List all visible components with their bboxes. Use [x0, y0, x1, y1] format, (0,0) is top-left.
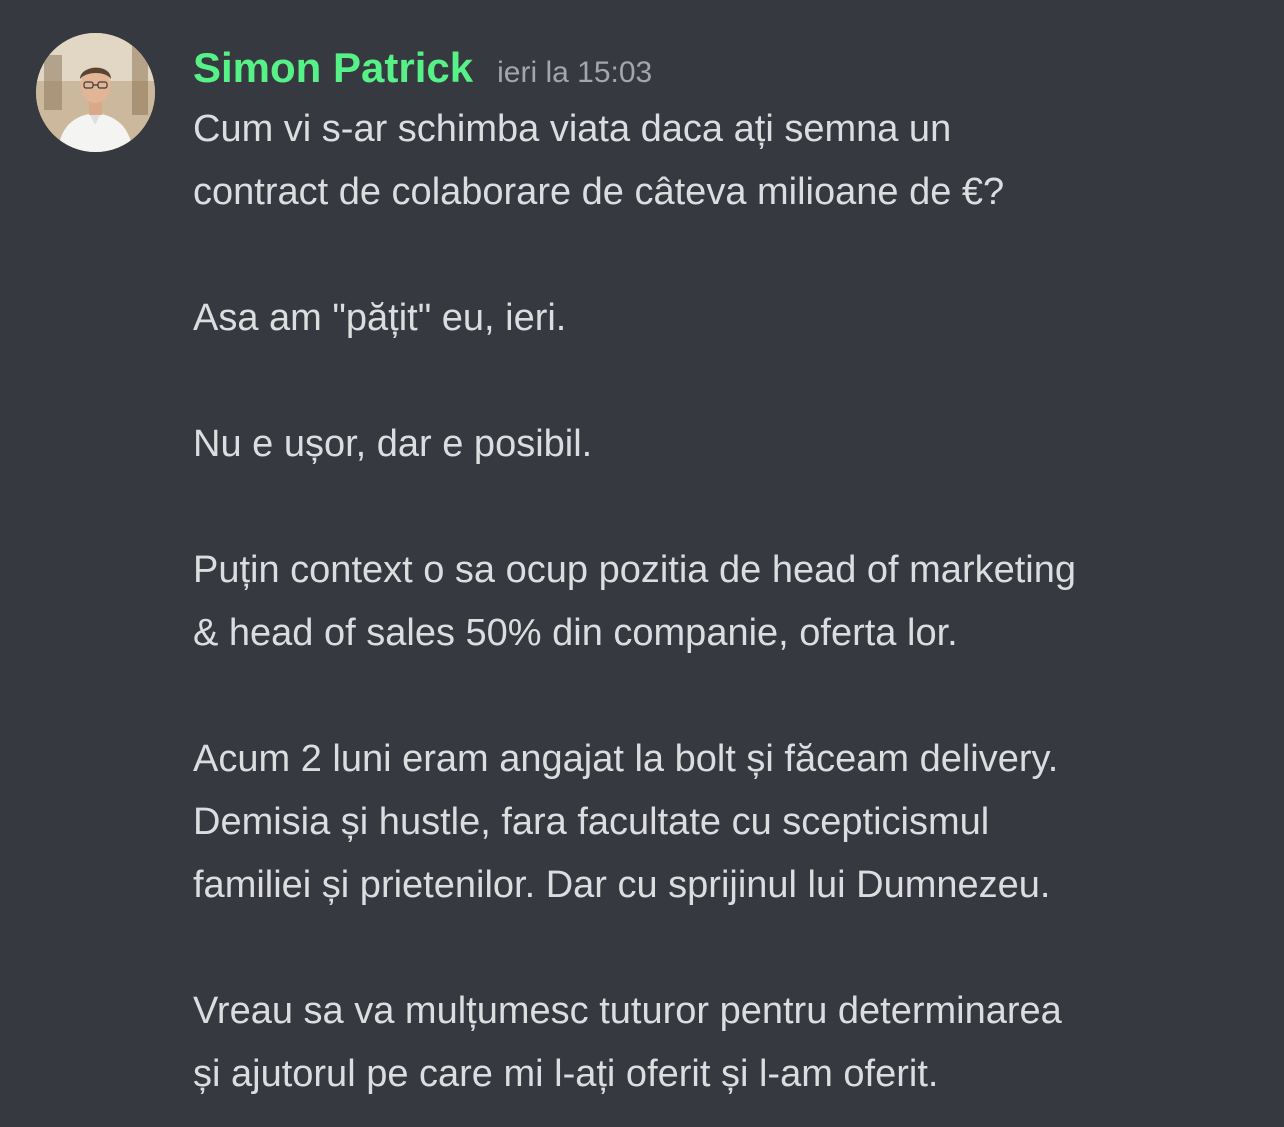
- message-line: Acum 2 luni eram angajat la bolt și făce…: [193, 738, 1059, 780]
- message-line: Cum vi s-ar schimba viata daca ați semna…: [193, 108, 952, 150]
- avatar-photo: [36, 33, 155, 152]
- message-line: contract de colaborare de câteva milioan…: [193, 171, 1005, 213]
- message-content: Cum vi s-ar schimba viata daca ați semna…: [193, 98, 1263, 1106]
- user-avatar-icon[interactable]: [36, 33, 155, 152]
- message-line: și ajutorul pe care mi l-ați oferit și l…: [193, 1053, 939, 1095]
- chat-message: Simon Patrick ieri la 15:03 Cum vi s-ar …: [0, 0, 1284, 1127]
- timestamp[interactable]: ieri la 15:03: [497, 43, 652, 103]
- message-line: Demisia și hustle, fara facultate cu sce…: [193, 801, 990, 843]
- message-line: Nu e ușor, dar e posibil.: [193, 423, 593, 465]
- message-line: Puțin context o sa ocup pozitia de head …: [193, 549, 1076, 591]
- message-header: Simon Patrick ieri la 15:03: [193, 38, 652, 98]
- message-line: & head of sales 50% din companie, oferta…: [193, 612, 958, 654]
- message-line: Asa am "pățit" eu, ieri.: [193, 297, 567, 339]
- message-line: Vreau sa va mulțumesc tuturor pentru det…: [193, 990, 1062, 1032]
- message-line: familiei și prietenilor. Dar cu sprijinu…: [193, 864, 1051, 906]
- username[interactable]: Simon Patrick: [193, 38, 473, 98]
